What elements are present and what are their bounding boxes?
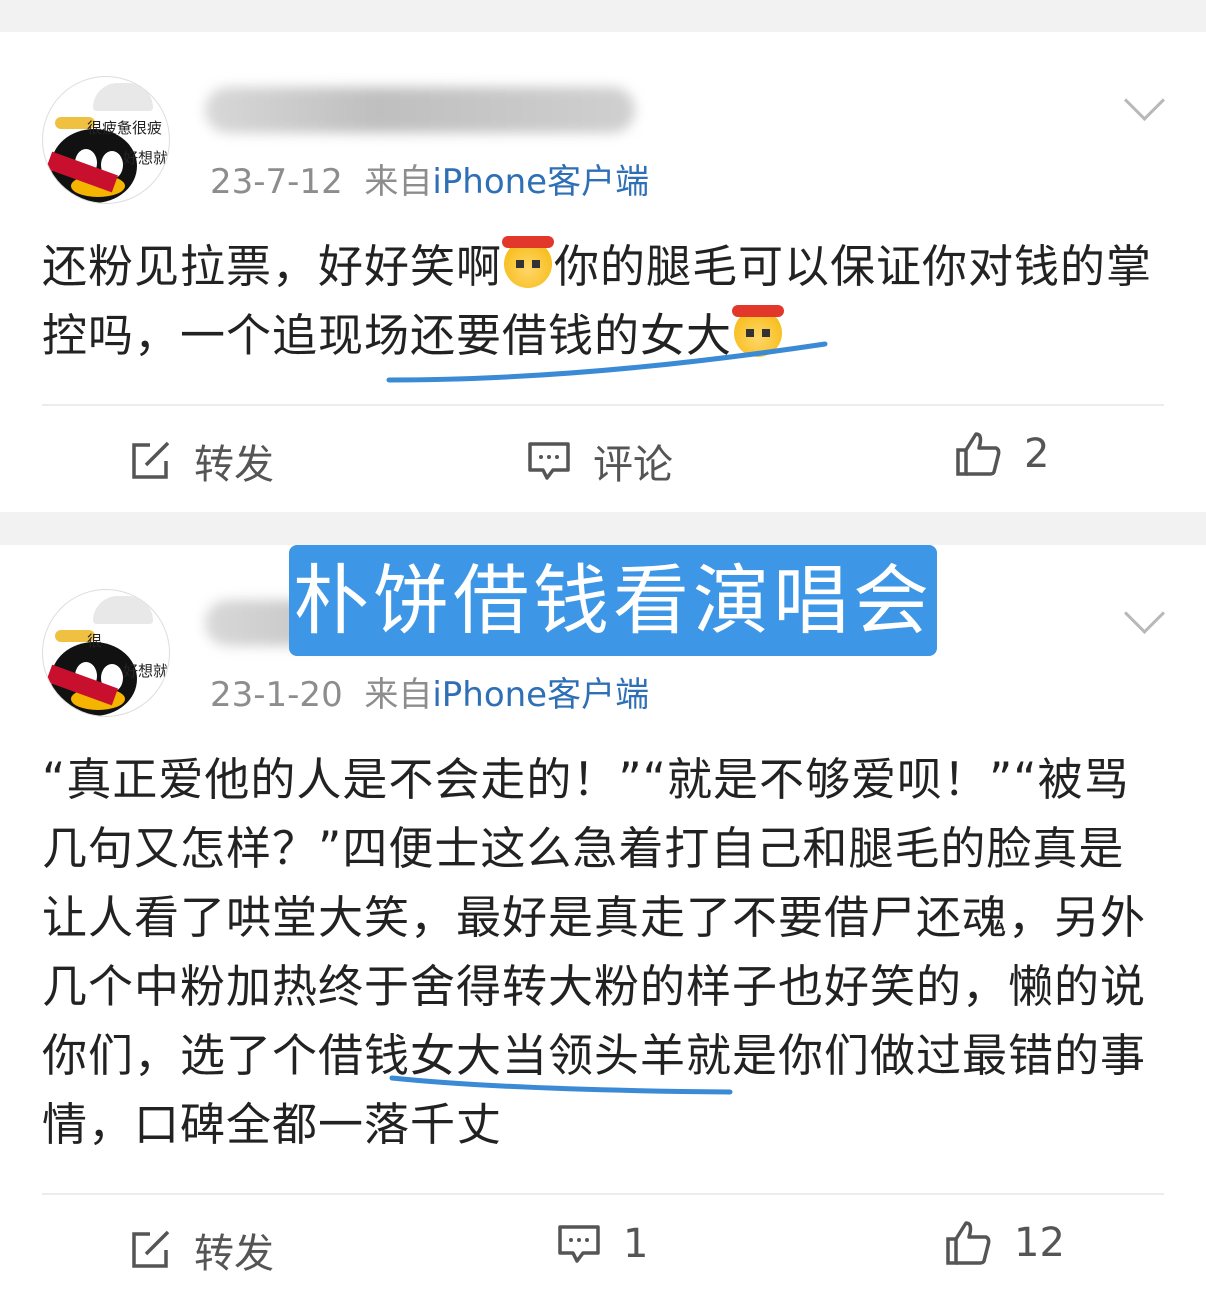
avatar[interactable]: 很疲惫很疲 好想就: [42, 76, 170, 204]
avatar[interactable]: 很 好想就: [42, 589, 170, 717]
thumbs-up-icon: [946, 1221, 991, 1265]
divider: [42, 1193, 1164, 1195]
highlight-underline: [389, 1075, 733, 1095]
post-card: 很 好想就 23-1-20 来自iPhone客户端 “真正爱他的人是不会走的！”…: [0, 545, 1206, 1291]
avatar-text: 很疲惫很疲: [87, 119, 163, 137]
like-count: 2: [1024, 431, 1050, 477]
highlight-underline: [386, 341, 828, 383]
avatar-cap: [93, 83, 153, 111]
avatar-text: 很: [87, 632, 103, 650]
repost-icon: [132, 1230, 170, 1268]
username-blurred[interactable]: [205, 87, 635, 133]
comment-button[interactable]: 1: [557, 1221, 648, 1267]
repost-icon: [132, 441, 170, 479]
overlay-banner: 朴饼借钱看演唱会: [289, 545, 937, 656]
post-meta: 23-7-12 来自iPhone客户端: [210, 154, 649, 203]
source-prefix: 来自: [364, 675, 433, 715]
source-link[interactable]: iPhone客户端: [432, 162, 649, 202]
avatar-text: 好想就: [123, 662, 169, 680]
thumbs-up-icon: [956, 432, 1001, 476]
chevron-down-icon[interactable]: [1123, 79, 1166, 122]
post-date: 23-7-12: [210, 162, 343, 202]
comment-icon: [558, 1225, 600, 1263]
emoji-icon: [502, 236, 555, 288]
post-date: 23-1-20: [210, 675, 343, 715]
comment-count: 1: [623, 1221, 649, 1267]
like-button[interactable]: 2: [954, 430, 1049, 478]
repost-button[interactable]: 转发: [128, 432, 274, 490]
post-card: 很疲惫很疲 好想就 23-7-12 来自iPhone客户端 还粉见拉票，好好笑啊…: [0, 32, 1206, 512]
comment-button[interactable]: 评论: [527, 432, 673, 490]
like-button[interactable]: 12: [944, 1219, 1065, 1267]
repost-button[interactable]: 转发: [128, 1221, 274, 1279]
divider: [42, 404, 1164, 406]
avatar-text: 好想就: [123, 149, 169, 167]
source-prefix: 来自: [364, 162, 433, 202]
source-link[interactable]: iPhone客户端: [432, 675, 649, 715]
post-meta: 23-1-20 来自iPhone客户端: [210, 667, 649, 716]
chevron-down-icon[interactable]: [1123, 592, 1166, 635]
comment-icon: [528, 442, 570, 480]
like-count: 12: [1014, 1220, 1065, 1266]
